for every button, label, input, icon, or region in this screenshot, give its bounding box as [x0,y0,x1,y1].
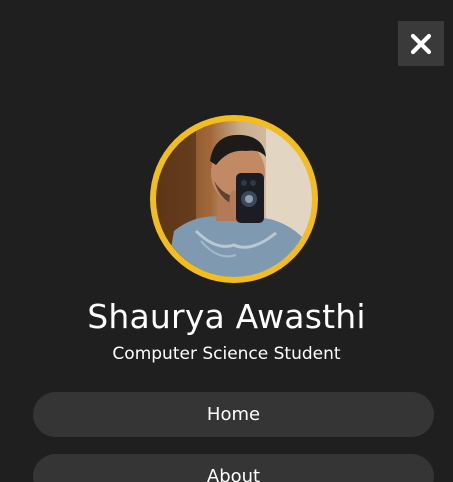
close-button[interactable] [398,21,444,66]
profile-name: Shaurya Awasthi [87,297,366,336]
nav-about-button[interactable]: About [33,454,434,482]
side-drawer: Shaurya Awasthi Computer Science Student… [0,0,453,482]
avatar-ring [150,115,318,283]
avatar [156,121,312,277]
close-icon [410,33,432,55]
nav-home-button[interactable]: Home [33,392,434,437]
profile-role: Computer Science Student [112,344,341,364]
